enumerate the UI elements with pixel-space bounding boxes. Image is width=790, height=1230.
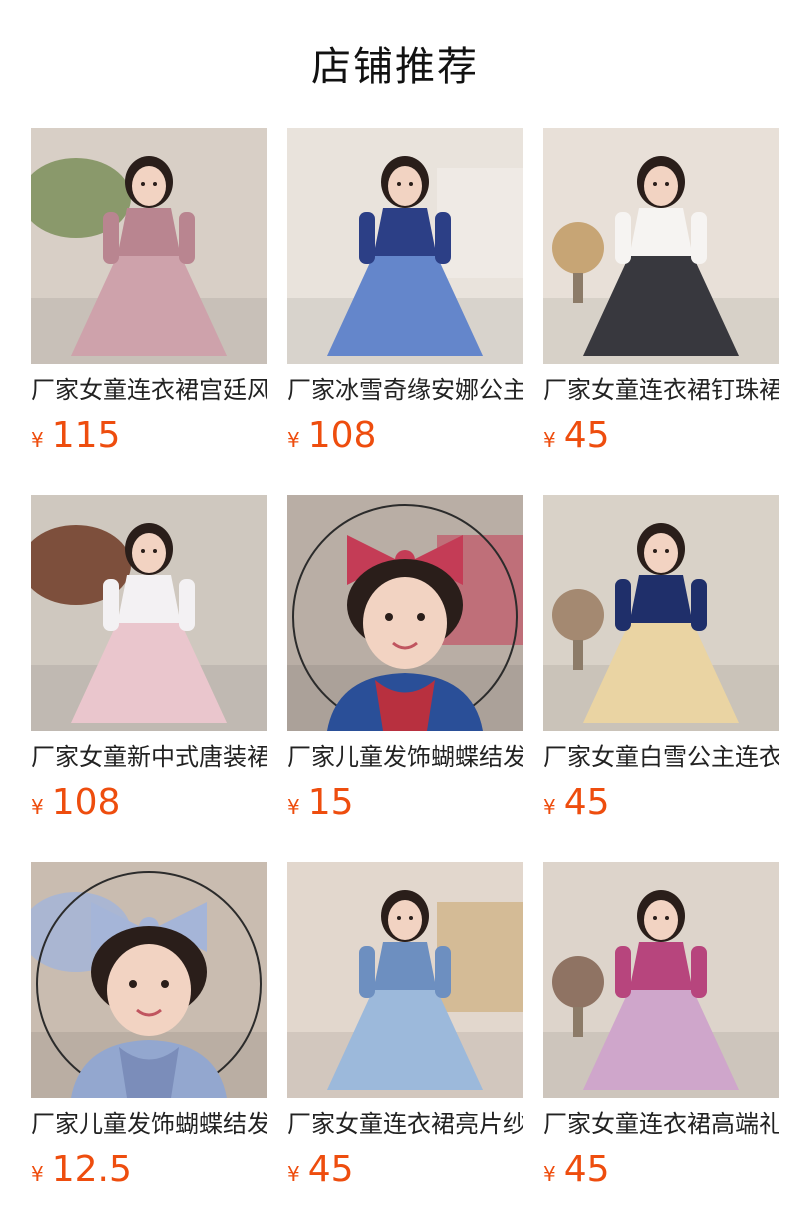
currency-symbol: ¥ [287, 1162, 300, 1186]
product-card[interactable]: 厂家儿童发饰蝴蝶结发箍 ¥12.5 [31, 862, 267, 1229]
product-card[interactable]: 厂家女童白雪公主连衣裙 ¥45 [543, 495, 779, 862]
price-value: 45 [563, 415, 610, 456]
product-title[interactable]: 厂家女童连衣裙钉珠裙 [543, 374, 779, 406]
product-image[interactable] [543, 495, 779, 731]
product-image[interactable] [31, 862, 267, 1098]
price-value: 12.5 [51, 1149, 132, 1190]
currency-symbol: ¥ [31, 428, 44, 452]
currency-symbol: ¥ [287, 428, 300, 452]
product-price: ¥45 [543, 414, 610, 458]
product-price: ¥12.5 [31, 1148, 132, 1192]
product-title[interactable]: 厂家女童新中式唐装裙 [31, 741, 267, 773]
girl-snow-white-dress-photo [543, 495, 779, 731]
product-price: ¥45 [287, 1148, 354, 1192]
currency-symbol: ¥ [31, 795, 44, 819]
product-image[interactable] [31, 495, 267, 731]
product-card[interactable]: 厂家冰雪奇缘安娜公主 ¥108 [287, 128, 523, 495]
price-value: 45 [563, 782, 610, 823]
girl-purple-gown-photo [543, 862, 779, 1098]
product-card[interactable]: 厂家女童连衣裙钉珠裙 ¥45 [543, 128, 779, 495]
currency-symbol: ¥ [543, 795, 556, 819]
price-value: 45 [563, 1149, 610, 1190]
product-price: ¥45 [543, 781, 610, 825]
product-price: ¥108 [287, 414, 376, 458]
currency-symbol: ¥ [31, 1162, 44, 1186]
product-card[interactable]: 厂家女童连衣裙亮片纱裙 ¥45 [287, 862, 523, 1229]
product-title[interactable]: 厂家女童连衣裙亮片纱裙 [287, 1108, 523, 1140]
product-image[interactable] [287, 495, 523, 731]
product-title[interactable]: 厂家女童连衣裙高端礼服 [543, 1108, 779, 1140]
price-value: 45 [307, 1149, 354, 1190]
product-card[interactable]: 厂家女童连衣裙宫廷风 ¥115 [31, 128, 267, 495]
product-price: ¥45 [543, 1148, 610, 1192]
girl-pink-court-dress-photo [31, 128, 267, 364]
girl-black-velvet-dress-photo [543, 128, 779, 364]
product-title[interactable]: 厂家女童连衣裙宫廷风 [31, 374, 267, 406]
product-price: ¥115 [31, 414, 120, 458]
product-price: ¥108 [31, 781, 120, 825]
girl-blue-tulle-dress-photo [287, 862, 523, 1098]
currency-symbol: ¥ [543, 1162, 556, 1186]
product-image[interactable] [287, 862, 523, 1098]
currency-symbol: ¥ [287, 795, 300, 819]
product-card[interactable]: 厂家儿童发饰蝴蝶结发箍 ¥15 [287, 495, 523, 862]
product-card[interactable]: 厂家女童新中式唐装裙 ¥108 [31, 495, 267, 862]
product-title[interactable]: 厂家冰雪奇缘安娜公主 [287, 374, 523, 406]
price-value: 15 [307, 782, 354, 823]
girl-pink-tang-suit-photo [31, 495, 267, 731]
product-price: ¥15 [287, 781, 354, 825]
price-value: 108 [51, 782, 121, 823]
girl-blue-princess-dress-photo [287, 128, 523, 364]
product-image[interactable] [31, 128, 267, 364]
product-image[interactable] [287, 128, 523, 364]
girl-red-bow-headband-photo [287, 495, 523, 731]
price-value: 115 [51, 415, 121, 456]
girl-blue-bow-headband-photo [31, 862, 267, 1098]
product-title[interactable]: 厂家儿童发饰蝴蝶结发箍 [287, 741, 523, 773]
product-image[interactable] [543, 128, 779, 364]
price-value: 108 [307, 415, 377, 456]
product-title[interactable]: 厂家女童白雪公主连衣裙 [543, 741, 779, 773]
product-image[interactable] [543, 862, 779, 1098]
page-header: 店铺推荐 [0, 0, 790, 128]
product-card[interactable]: 厂家女童连衣裙高端礼服 ¥45 [543, 862, 779, 1229]
product-grid: 厂家女童连衣裙宫廷风 ¥115 厂家冰雪奇缘安娜公主 ¥108 厂家女童连衣裙钉珠裙 ¥4… [31, 128, 790, 1229]
product-title[interactable]: 厂家儿童发饰蝴蝶结发箍 [31, 1108, 267, 1140]
page-title: 店铺推荐 [311, 44, 479, 90]
currency-symbol: ¥ [543, 428, 556, 452]
